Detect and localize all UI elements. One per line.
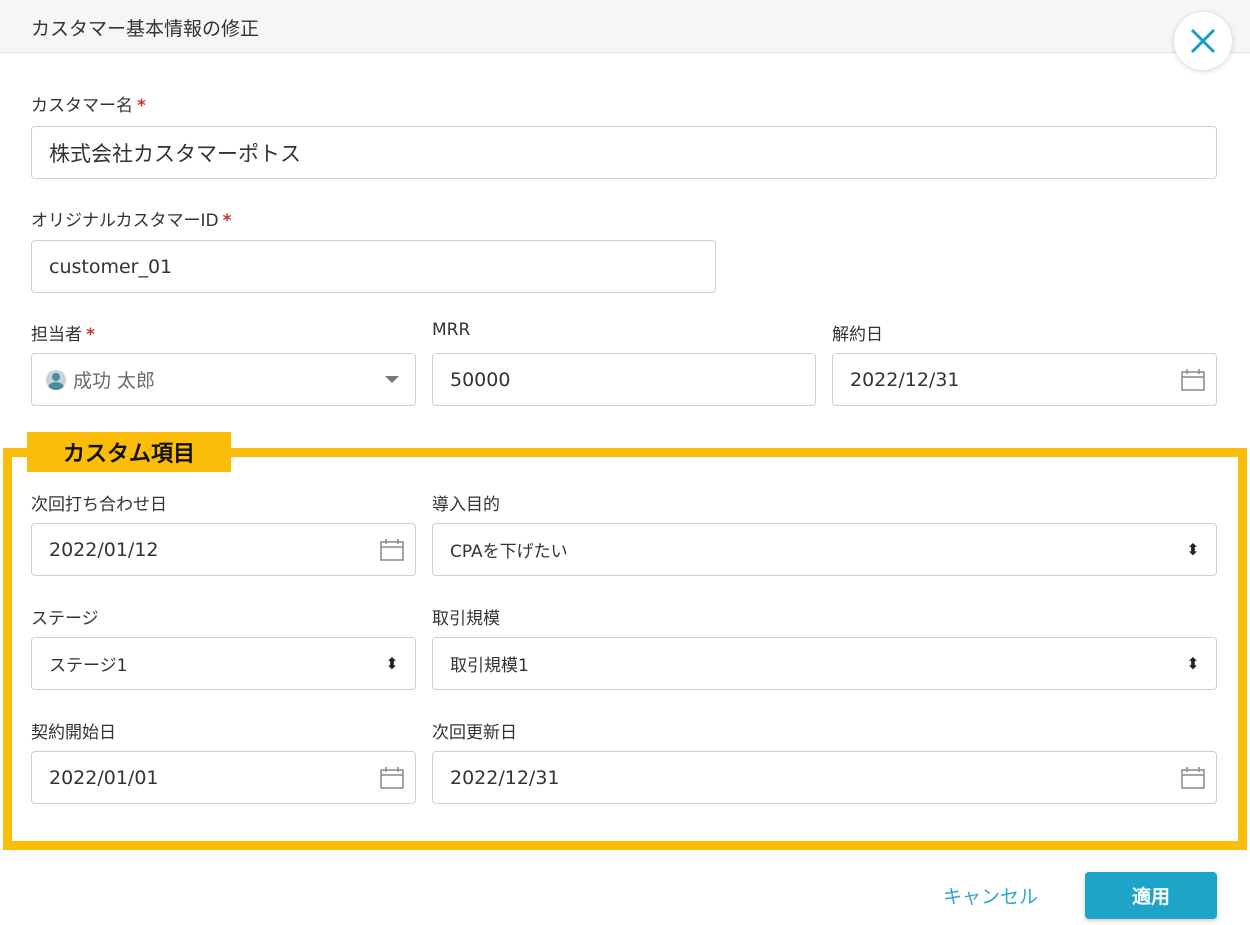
cancel-date-input[interactable]: 2022/12/31 bbox=[832, 353, 1217, 406]
stage-label: ステージ bbox=[31, 609, 99, 629]
owner-label-text: 担当者 bbox=[31, 325, 82, 345]
customer-name-label-text: カスタマー名 bbox=[31, 96, 133, 116]
required-mark: * bbox=[222, 211, 232, 231]
next-meeting-value: 2022/01/12 bbox=[49, 538, 159, 561]
calendar-icon[interactable] bbox=[369, 766, 415, 790]
dialog-title: カスタマー基本情報の修正 bbox=[31, 18, 260, 40]
calendar-icon[interactable] bbox=[1170, 368, 1216, 392]
caret-down-icon bbox=[369, 376, 415, 383]
apply-button[interactable]: 適用 bbox=[1085, 872, 1217, 919]
next-renewal-input[interactable]: 2022/12/31 bbox=[432, 751, 1217, 804]
sort-updown-icon: ⬍ bbox=[385, 653, 399, 673]
close-icon bbox=[1190, 28, 1216, 54]
original-id-input[interactable]: customer_01 bbox=[31, 240, 716, 293]
purpose-label: 導入目的 bbox=[432, 495, 500, 515]
next-renewal-value: 2022/12/31 bbox=[450, 766, 560, 789]
next-meeting-input[interactable]: 2022/01/12 bbox=[31, 523, 416, 576]
required-mark: * bbox=[137, 96, 146, 116]
deal-size-value: 取引規模1 bbox=[450, 656, 529, 676]
mrr-value: 50000 bbox=[450, 368, 511, 391]
cancel-date-value: 2022/12/31 bbox=[850, 368, 960, 391]
required-mark: * bbox=[86, 325, 95, 345]
next-meeting-label: 次回打ち合わせ日 bbox=[31, 495, 167, 515]
dialog-header: カスタマー基本情報の修正 bbox=[0, 0, 1250, 53]
customer-name-label: カスタマー名 * bbox=[31, 91, 146, 116]
owner-value: 成功 太郎 bbox=[73, 370, 156, 392]
edit-customer-dialog: カスタマー基本情報の修正 カスタマー名 * 株式会社カスタマーポトス オリジナルカ… bbox=[0, 0, 1250, 925]
contract-start-value: 2022/01/01 bbox=[49, 766, 159, 789]
original-id-label-text: オリジナルカスタマーID bbox=[31, 211, 219, 231]
purpose-value: CPAを下げたい bbox=[450, 542, 568, 562]
calendar-icon[interactable] bbox=[1170, 766, 1216, 790]
close-button[interactable] bbox=[1174, 12, 1232, 70]
customer-name-value: 株式会社カスタマーポトス bbox=[49, 141, 301, 166]
stage-select[interactable]: ステージ1 ⬍ bbox=[31, 637, 416, 690]
sort-updown-icon: ⬍ bbox=[1186, 653, 1200, 673]
user-avatar-icon bbox=[46, 369, 66, 390]
deal-size-label: 取引規模 bbox=[432, 609, 500, 629]
contract-start-label: 契約開始日 bbox=[31, 723, 116, 743]
contract-start-input[interactable]: 2022/01/01 bbox=[31, 751, 416, 804]
stage-value: ステージ1 bbox=[49, 656, 128, 676]
owner-label: 担当者 * bbox=[31, 320, 95, 345]
calendar-icon[interactable] bbox=[369, 538, 415, 562]
next-renewal-label: 次回更新日 bbox=[432, 723, 517, 743]
owner-select[interactable]: 成功 太郎 bbox=[31, 353, 416, 406]
custom-fields-title: カスタム項目 bbox=[27, 432, 231, 472]
cancel-button[interactable]: キャンセル bbox=[943, 882, 1038, 909]
deal-size-select[interactable]: 取引規模1 ⬍ bbox=[432, 637, 1217, 690]
original-id-value: customer_01 bbox=[49, 255, 173, 278]
sort-updown-icon: ⬍ bbox=[1186, 539, 1200, 559]
mrr-label: MRR bbox=[432, 320, 471, 340]
mrr-input[interactable]: 50000 bbox=[432, 353, 816, 406]
cancel-date-label: 解約日 bbox=[832, 325, 883, 345]
purpose-select[interactable]: CPAを下げたい ⬍ bbox=[432, 523, 1217, 576]
original-id-label: オリジナルカスタマーID * bbox=[31, 206, 231, 231]
customer-name-input[interactable]: 株式会社カスタマーポトス bbox=[31, 126, 1217, 179]
